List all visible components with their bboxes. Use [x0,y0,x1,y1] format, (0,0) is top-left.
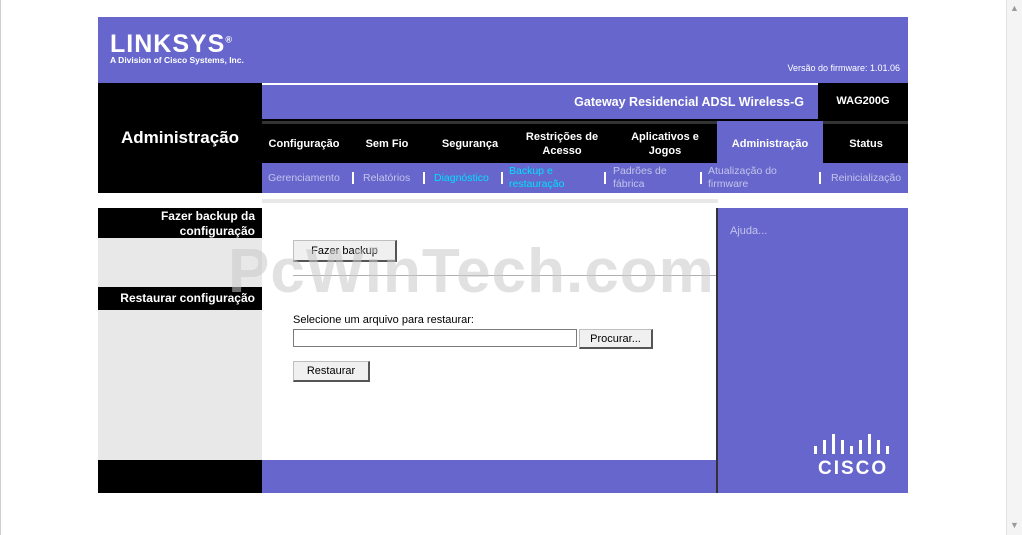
product-name: Gateway Residencial ADSL Wireless-G [574,95,804,109]
tab-sem-fio[interactable]: Sem Fio [351,124,423,163]
subtab-atualizacao-do-firmware[interactable]: Atualização do firmware [708,163,808,193]
restore-button[interactable]: Restaurar [293,361,370,382]
tab-restricoes-de-acesso[interactable]: Restrições de Acesso [515,124,609,163]
scroll-up-arrow-icon[interactable]: ▲ [1010,3,1019,13]
cisco-logo-text: CISCO [818,458,889,479]
left-footer [98,460,262,493]
content-footer [262,460,718,493]
scroll-down-arrow-icon[interactable]: ▼ [1010,520,1019,530]
subtab-separator [604,172,606,184]
subtab-relatorios[interactable]: Relatórios [363,163,410,193]
help-link[interactable]: Ajuda... [730,225,767,237]
subtab-padroes-de-fabrica[interactable]: Padrões de fábrica [613,163,693,193]
cisco-logo-bars-icon [814,434,889,454]
select-file-label: Selecione um arquivo para restaurar: [293,314,474,326]
subtab-separator [819,172,821,184]
model-number: WAG200G [836,95,890,107]
tab-configuracao[interactable]: Configuração [262,124,346,163]
subtab-separator [423,172,425,184]
tab-status[interactable]: Status [826,124,906,163]
subtab-reinicializacao[interactable]: Reinicialização [831,163,901,193]
backup-section-label: Fazer backup da configuração [160,209,255,238]
tab-administracao[interactable]: Administração [717,124,823,163]
subtab-diagnostico[interactable]: Diagnóstico [434,163,489,193]
tab-aplicativos-e-jogos[interactable]: Aplicativos e Jogos [617,124,713,163]
firmware-version: Versão do firmware: 1.01.06 [787,63,900,73]
subtab-backup-e-restauracao[interactable]: Backup e restauração [509,163,589,193]
subtab-separator [352,172,354,184]
section-title: Administração [120,128,240,147]
browse-button[interactable]: Procurar... [579,329,653,349]
vertical-scrollbar[interactable] [1006,0,1022,535]
subtab-separator [501,172,503,184]
subtab-separator [700,172,702,184]
tab-seguranca[interactable]: Segurança [430,124,510,163]
logo-subtitle: A Division of Cisco Systems, Inc. [110,55,244,65]
subtab-gerenciamento[interactable]: Gerenciamento [268,163,340,193]
watermark: PcWinTech.com [228,237,715,306]
viewport-edge [0,0,1,535]
restore-file-input[interactable] [293,329,577,347]
